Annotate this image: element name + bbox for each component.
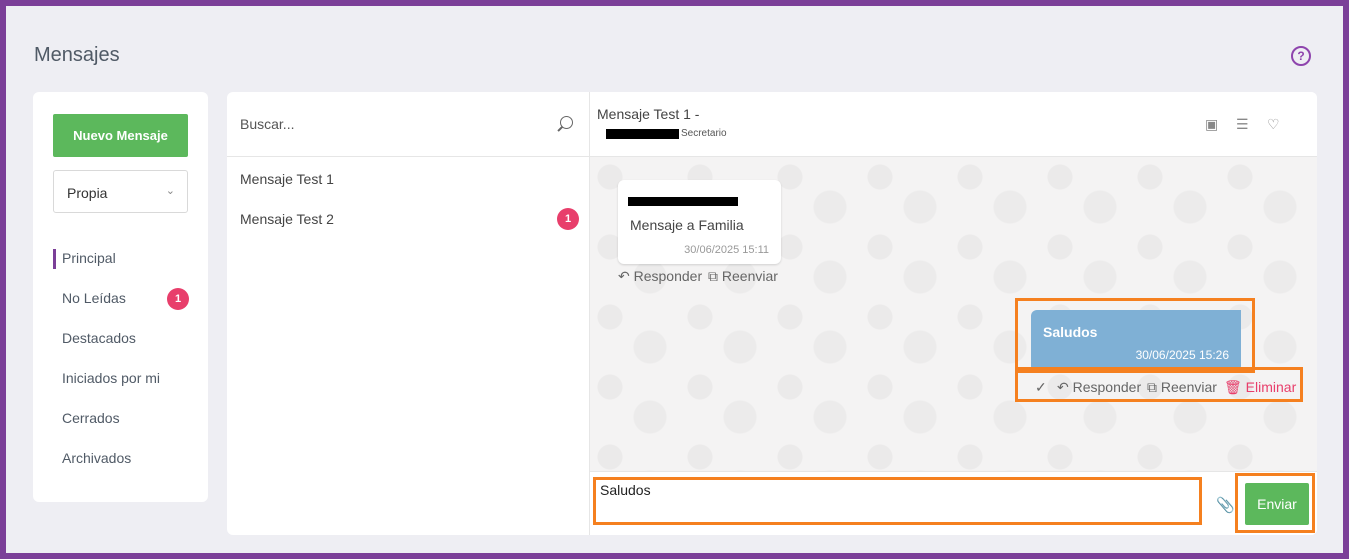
search-icon[interactable] xyxy=(560,116,573,129)
heart-icon[interactable]: ♡ xyxy=(1267,116,1280,133)
chevron-down-icon: ⌄ xyxy=(165,185,175,197)
filter-select[interactable]: Propia ⌄ xyxy=(53,170,188,213)
new-message-button[interactable]: Nuevo Mensaje xyxy=(53,114,188,157)
message-time: 30/06/2025 15:11 xyxy=(684,244,769,256)
incoming-message: Mensaje a Familia 30/06/2025 15:11 xyxy=(618,180,781,264)
archive-icon[interactable]: ▣ xyxy=(1205,116,1218,133)
filter-select-value: Propia xyxy=(67,185,108,201)
conversation-title: Mensaje Test 1 - xyxy=(597,106,700,122)
forward-button[interactable]: ⧉ Reenviar xyxy=(708,268,778,285)
app-frame: Mensajes ? Nuevo Mensaje Propia ⌄ Princi… xyxy=(6,6,1343,553)
chat-area: Mensaje a Familia 30/06/2025 15:11 ↶ Res… xyxy=(590,157,1317,471)
highlight-box xyxy=(1015,298,1255,373)
nav-item-archivados[interactable]: Archivados xyxy=(62,450,131,466)
help-icon[interactable]: ? xyxy=(1291,46,1311,66)
list-icon[interactable]: ☰ xyxy=(1236,116,1249,133)
nav-item-cerrados[interactable]: Cerrados xyxy=(62,410,120,426)
list-item[interactable]: Mensaje Test 1 xyxy=(240,171,334,187)
message-text: Mensaje a Familia xyxy=(630,217,744,233)
nav-item-destacados[interactable]: Destacados xyxy=(62,330,136,346)
nav-item-principal[interactable]: Principal xyxy=(62,250,116,266)
active-indicator xyxy=(53,249,56,269)
paperclip-icon[interactable]: 📎 xyxy=(1216,496,1235,514)
folder-nav: Nuevo Mensaje Propia ⌄ Principal No Leíd… xyxy=(33,92,208,502)
highlight-box xyxy=(593,477,1202,525)
highlight-box xyxy=(1015,367,1303,402)
reply-icon: ↶ xyxy=(618,268,630,284)
redacted-sender xyxy=(628,197,738,206)
unread-badge: 1 xyxy=(557,208,579,230)
list-item[interactable]: Mensaje Test 2 xyxy=(240,211,334,227)
reply-button[interactable]: ↶ Responder xyxy=(618,268,702,285)
highlight-box xyxy=(1235,473,1315,533)
nav-item-iniciados[interactable]: Iniciados por mi xyxy=(62,370,160,386)
redacted-name xyxy=(606,129,679,139)
conversation-header: Mensaje Test 1 - Secretario ▣ ☰ ♡ xyxy=(590,92,1317,157)
composer: Saludos 📎 Enviar xyxy=(590,471,1317,535)
conversation-panel: Mensaje Test 1 - Secretario ▣ ☰ ♡ Mensaj… xyxy=(589,92,1317,535)
message-list: Mensaje Test 1 Mensaje Test 2 1 xyxy=(227,92,589,535)
nav-item-no-leidas[interactable]: No Leídas xyxy=(62,290,126,306)
unread-badge: 1 xyxy=(167,288,189,310)
forward-icon: ⧉ xyxy=(708,268,718,284)
search-input[interactable] xyxy=(227,92,589,157)
sender-role: Secretario xyxy=(681,128,727,139)
page-title: Mensajes xyxy=(34,44,120,66)
